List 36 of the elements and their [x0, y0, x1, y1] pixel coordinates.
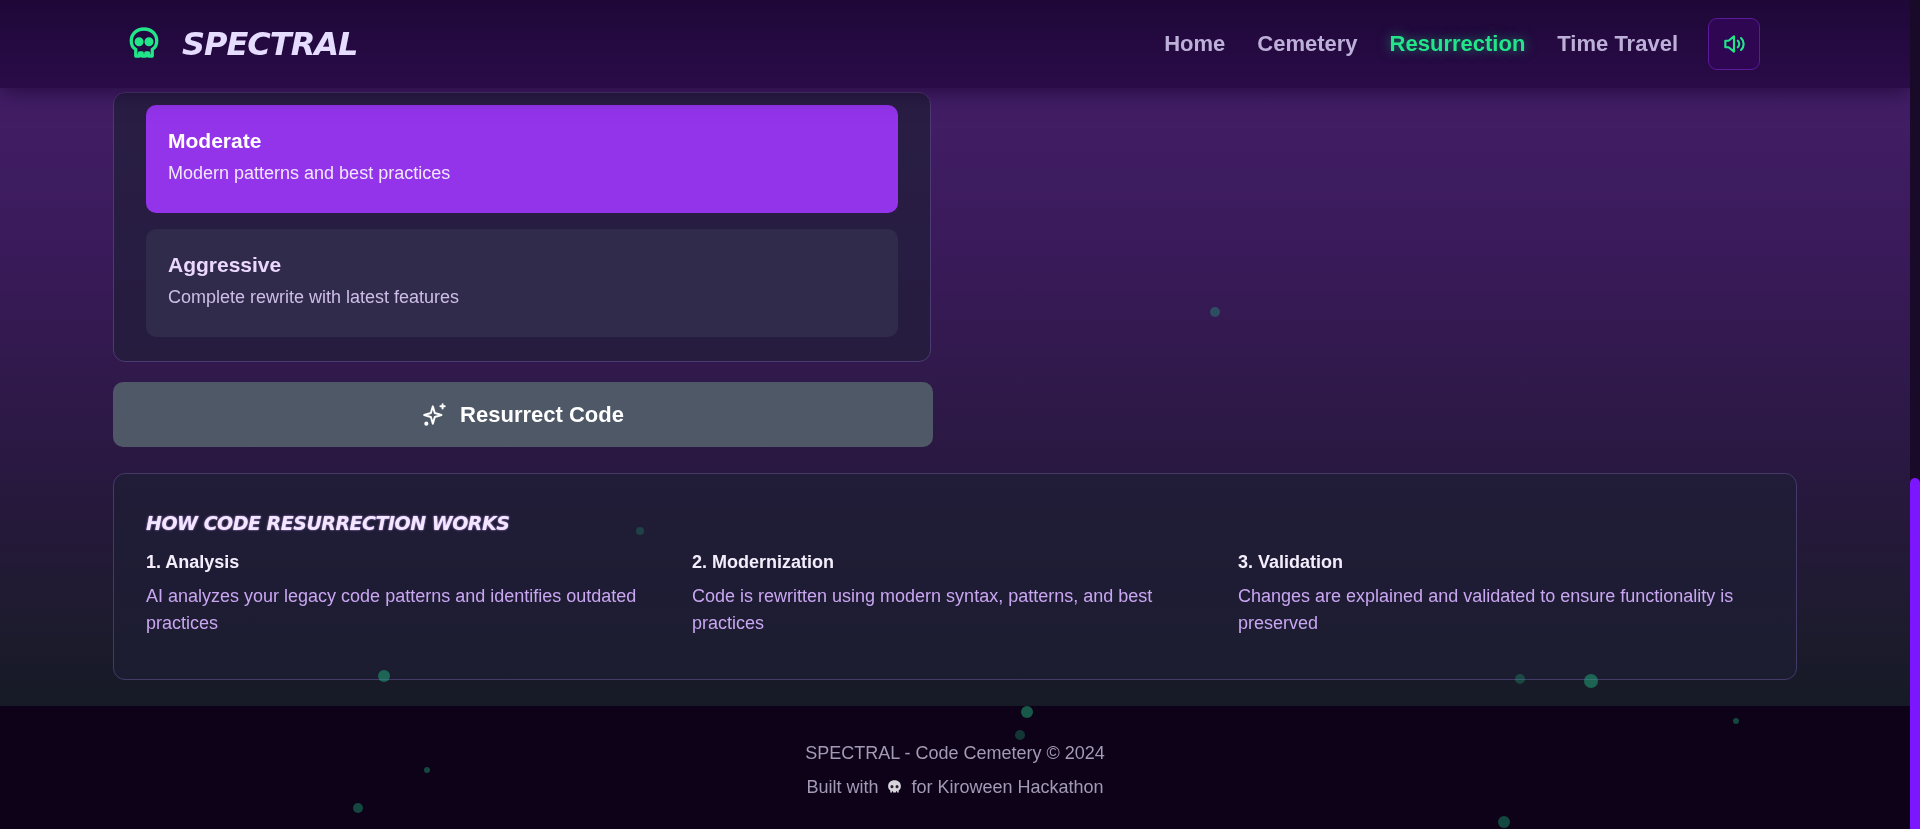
option-description: Modern patterns and best practices [168, 163, 452, 184]
copyright-text: SPECTRAL - Code Cemetery © 2024 [805, 743, 1105, 764]
option-card[interactable]: Moderate Modern patterns and best practices [146, 105, 898, 213]
particle-dot [378, 670, 390, 682]
option-description: Complete rewrite with latest features [168, 287, 461, 308]
particle-dot [636, 527, 644, 535]
option-title: Aggressive [168, 253, 283, 277]
particle-dot [1015, 730, 1025, 740]
option-card[interactable]: Aggressive Complete rewrite with latest features [146, 229, 898, 337]
step-title: 2. Modernization [692, 552, 835, 573]
particle-dot [353, 803, 363, 813]
skull-icon [886, 779, 904, 796]
footer-text: for Kiroween Hackathon [911, 777, 1104, 798]
scrollbar-thumb[interactable] [1910, 478, 1920, 829]
step-description: Changes are explained and validated to ensure functionality is preserved [1238, 585, 1735, 635]
particle-dot [1515, 674, 1525, 684]
step-description: Code is rewritten using modern syntax, patterns, and best practices [692, 585, 1154, 635]
particle-dot [1733, 718, 1739, 724]
particle-dot [1498, 816, 1510, 828]
particle-dot [1584, 674, 1598, 688]
step-description: AI analyzes your legacy code patterns and identifies outdated practices [146, 585, 638, 635]
particle-dot [1021, 706, 1033, 718]
nav-link[interactable]: Home [1164, 31, 1226, 57]
step-title: 1. Analysis [146, 552, 241, 573]
option-title: Moderate [168, 129, 263, 153]
particle-dot [1210, 307, 1220, 317]
nav-link[interactable]: Time Travel [1557, 31, 1678, 57]
nav-link[interactable]: Resurrection [1389, 31, 1526, 57]
step-title: 3. Validation [1238, 552, 1345, 573]
nav-link[interactable]: Cemetery [1257, 31, 1358, 57]
logo-text[interactable]: SPECTRAL [182, 25, 358, 63]
footer-text: Built with [806, 777, 879, 798]
sound-button[interactable] [1708, 18, 1760, 70]
sparkle-icon [422, 401, 449, 428]
particle-dot [424, 767, 430, 773]
section-heading: HOW CODE RESURRECTION WORKS [146, 512, 510, 534]
